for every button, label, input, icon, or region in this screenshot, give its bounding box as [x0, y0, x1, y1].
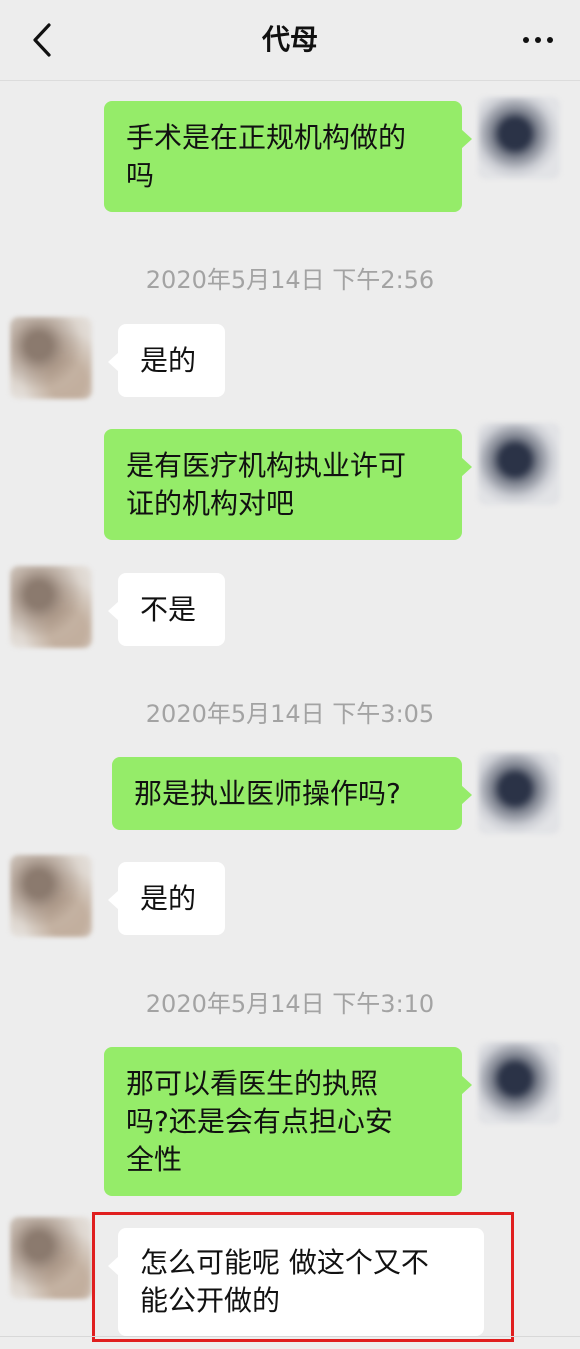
contact-avatar[interactable] — [10, 317, 92, 399]
contact-avatar[interactable] — [10, 566, 92, 648]
message-text: 那可以看医生的执照 吗?还是会有点担心安 全性 — [126, 1066, 393, 1176]
message-bubble-other[interactable]: 是的 — [108, 862, 225, 935]
message-text: 怎么可能呢 做这个又不 能公开做的 — [140, 1246, 429, 1317]
ellipsis-icon — [523, 37, 529, 43]
chevron-left-icon — [33, 23, 51, 57]
back-button[interactable] — [22, 20, 62, 60]
message-text: 是的 — [140, 343, 197, 377]
message-text: 是有医疗机构执业许可 证的机构对吧 — [126, 448, 407, 520]
message-bubble-self[interactable]: 是有医疗机构执业许可 证的机构对吧 — [104, 429, 472, 540]
message-text: 手术是在正规机构做的 吗 — [126, 120, 407, 192]
message-bubble-self[interactable]: 那可以看医生的执照 吗?还是会有点担心安 全性 — [104, 1047, 472, 1196]
message-bubble-self[interactable]: 手术是在正规机构做的 吗 — [104, 101, 472, 212]
self-avatar[interactable] — [478, 97, 560, 179]
message-text: 是的 — [140, 881, 197, 915]
chat-title: 代母 — [261, 23, 318, 56]
contact-avatar[interactable] — [10, 855, 92, 937]
navigation-bar: 代母 — [0, 0, 580, 81]
message-text: 不是 — [140, 592, 197, 626]
message-bubble-self[interactable]: 那是执业医师操作吗? — [112, 757, 472, 830]
divider — [0, 1336, 580, 1337]
message-bubble-other[interactable]: 是的 — [108, 324, 225, 397]
timestamp: 2020年5月14日 下午3:05 — [145, 700, 435, 728]
self-avatar[interactable] — [478, 1042, 560, 1124]
message-text: 那是执业医师操作吗? — [134, 776, 401, 810]
contact-avatar[interactable] — [10, 1217, 92, 1299]
message-bubble-other[interactable]: 怎么可能呢 做这个又不 能公开做的 — [108, 1228, 484, 1336]
self-avatar[interactable] — [478, 752, 560, 834]
more-options-button[interactable] — [516, 20, 560, 60]
message-bubble-other[interactable]: 不是 — [108, 573, 225, 646]
timestamp: 2020年5月14日 下午3:10 — [145, 990, 435, 1018]
timestamp: 2020年5月14日 下午2:56 — [145, 266, 435, 294]
self-avatar[interactable] — [478, 423, 560, 505]
